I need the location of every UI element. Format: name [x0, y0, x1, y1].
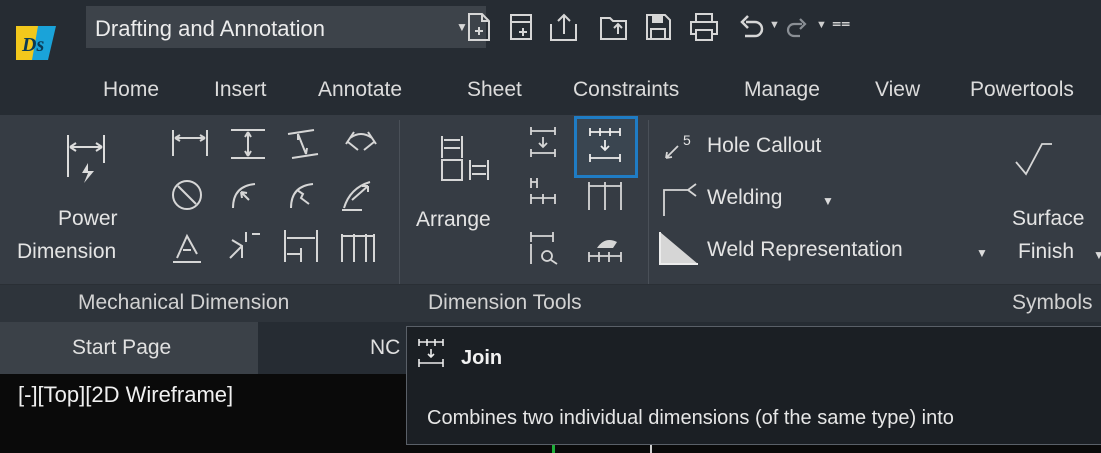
baseline-dimension-icon[interactable] [340, 228, 376, 264]
ribbon-group-labels: Mechanical Dimension Dimension Tools Sym… [0, 284, 1101, 322]
tooltip-title: Join [461, 347, 503, 369]
hole-callout-label[interactable]: Hole Callout [707, 134, 821, 158]
angular-dimension-icon[interactable] [344, 130, 378, 158]
welding-icon[interactable] [660, 182, 704, 218]
tab-start-page-label: Start Page [72, 336, 172, 359]
app-logo[interactable]: Ds [12, 24, 60, 62]
tab-manage[interactable]: Manage [744, 78, 820, 102]
tab-sheet[interactable]: Sheet [467, 78, 522, 102]
radius-dimension-icon[interactable] [229, 180, 259, 210]
linear-dimension-icon[interactable] [171, 128, 209, 158]
weld-representation-icon[interactable] [658, 230, 700, 266]
tab-view[interactable]: View [875, 78, 920, 102]
undo-icon[interactable] [738, 12, 764, 42]
tab-drawing-label: NC [370, 336, 401, 359]
arrange-label[interactable]: Arrange [416, 208, 491, 232]
hole-callout-superscript: 5 [683, 132, 691, 148]
diameter-dimension-icon[interactable] [170, 178, 204, 212]
tooltip-description: Combines two individual dimensions (of t… [427, 407, 954, 429]
tooltip: Join Combines two individual dimensions … [406, 326, 1101, 445]
tab-start-page[interactable]: Start Page [0, 322, 258, 374]
ordinate-dimension-icon[interactable] [171, 228, 203, 264]
customize-icon[interactable]: ⩵ [832, 15, 850, 33]
join-icon [588, 126, 622, 166]
inspect-dimension-icon[interactable] [529, 230, 561, 266]
chain-dimension-icon[interactable] [283, 228, 319, 264]
surface-finish-label-2[interactable]: Finish [1018, 240, 1074, 264]
weld-representation-label[interactable]: Weld Representation [707, 238, 903, 262]
undo-dropdown-icon[interactable]: ▼ [769, 19, 780, 31]
workspace-dropdown[interactable]: Drafting and Annotation ▼ [86, 6, 486, 48]
jogged-radius-icon[interactable] [287, 180, 317, 210]
print-icon[interactable] [688, 12, 720, 42]
continue-dimension-icon[interactable] [587, 180, 623, 212]
ribbon-tabs: Home Insert Annotate Sheet Constraints M… [0, 67, 1101, 115]
welding-label[interactable]: Welding [707, 186, 783, 210]
arrange-icon[interactable] [440, 134, 490, 182]
workspace-label: Drafting and Annotation [95, 16, 325, 41]
surface-finish-dropdown-icon[interactable]: ▼ [1093, 248, 1101, 262]
tab-constraints[interactable]: Constraints [573, 78, 679, 102]
tab-powertools[interactable]: Powertools [970, 78, 1074, 102]
aligned-dimension-icon[interactable] [286, 128, 320, 160]
group-label-dimension-tools: Dimension Tools [428, 291, 582, 314]
surface-finish-label[interactable]: Surface [1012, 207, 1084, 231]
override-dimension-icon[interactable] [587, 234, 623, 266]
viewport-controls-label[interactable]: [-][Top][2D Wireframe] [18, 382, 233, 408]
new-sheet-icon[interactable] [508, 12, 534, 42]
tab-annotate[interactable]: Annotate [318, 78, 402, 102]
tab-insert[interactable]: Insert [214, 78, 267, 102]
group-label-symbols: Symbols [1012, 291, 1093, 314]
arc-length-icon[interactable] [340, 178, 376, 212]
svg-text:Ds: Ds [21, 34, 44, 56]
group-label-mechanical-dimension: Mechanical Dimension [78, 291, 290, 314]
leader-dimension-icon[interactable] [228, 228, 264, 264]
new-icon[interactable] [466, 12, 492, 42]
space-dimensions-icon[interactable] [529, 125, 557, 159]
power-dimension-label[interactable]: Power [58, 207, 118, 231]
open-icon[interactable] [598, 12, 630, 42]
power-dimension-label-2[interactable]: Dimension [17, 240, 116, 264]
title-bar: Ds Drafting and Annotation ▼ ▼ ▼ ⩵ [0, 0, 1101, 67]
welding-dropdown-icon[interactable]: ▼ [822, 194, 834, 208]
save-icon[interactable] [644, 12, 672, 42]
export-icon[interactable] [548, 12, 580, 42]
join-icon [417, 337, 451, 367]
power-dimension-icon[interactable] [64, 133, 108, 185]
surface-finish-icon[interactable] [1014, 140, 1054, 176]
break-dimension-icon[interactable] [529, 174, 557, 210]
vertical-dimension-icon[interactable] [229, 128, 267, 160]
tab-home[interactable]: Home [103, 78, 159, 102]
redo-dropdown-icon[interactable]: ▼ [816, 19, 827, 31]
weld-representation-dropdown-icon[interactable]: ▼ [976, 246, 988, 260]
redo-icon[interactable] [786, 12, 810, 42]
